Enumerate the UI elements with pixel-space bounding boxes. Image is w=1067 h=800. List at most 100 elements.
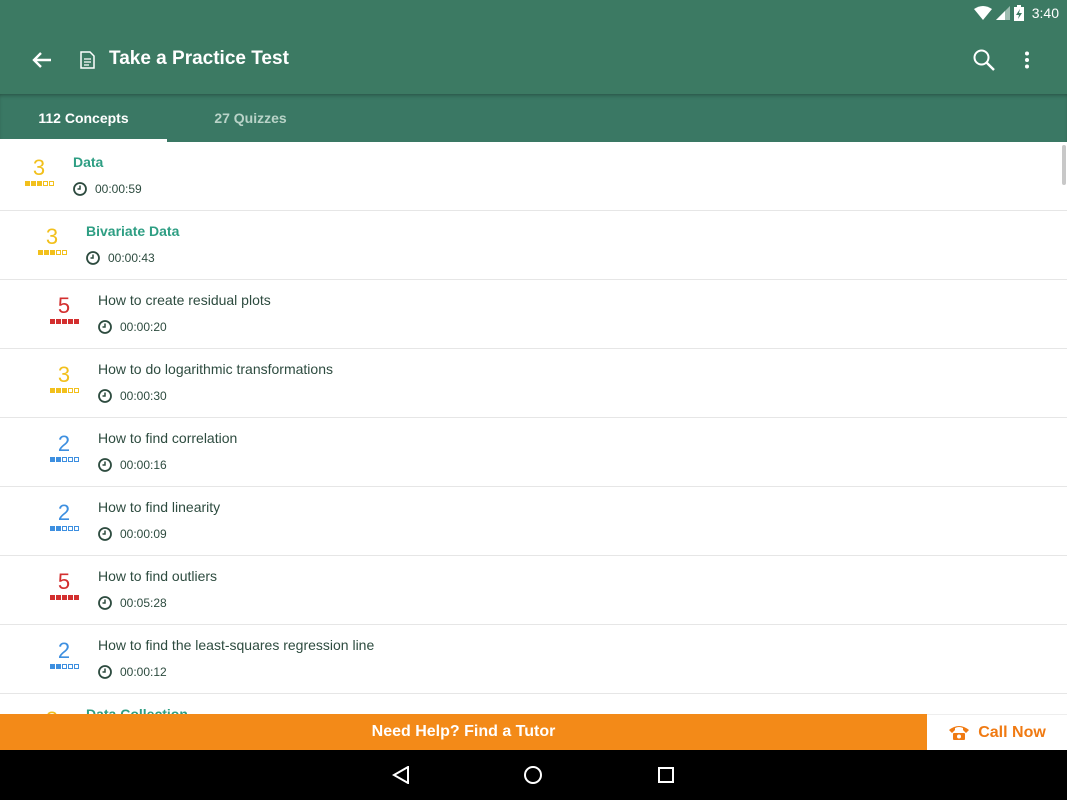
difficulty-badge: 5 [47, 295, 81, 331]
difficulty-meter [22, 181, 56, 186]
difficulty-square [24, 181, 30, 186]
nav-home-button[interactable] [517, 759, 549, 791]
status-icons: 3:40 [973, 4, 1059, 22]
concept-title: How to find linearity [98, 499, 221, 515]
difficulty-square [61, 664, 67, 669]
difficulty-square [61, 526, 67, 531]
concept-title: How to find outliers [98, 568, 218, 584]
tab-quizzes[interactable]: 27 Quizzes [167, 94, 334, 142]
difficulty-level: 2 [57, 431, 71, 456]
duration: 00:00:16 [98, 458, 167, 472]
duration: 00:00:20 [98, 320, 167, 334]
cell-signal-icon [995, 6, 1010, 20]
difficulty-square [55, 457, 61, 462]
nav-recents-button[interactable] [650, 759, 682, 791]
scrollbar[interactable] [1062, 145, 1066, 185]
difficulty-meter [47, 319, 81, 324]
search-button[interactable] [968, 44, 1000, 76]
difficulty-square [55, 250, 61, 255]
difficulty-level: 2 [57, 500, 71, 525]
difficulty-square [61, 595, 67, 600]
nav-back-button[interactable] [385, 759, 417, 791]
difficulty-badge: 2 [47, 640, 81, 676]
duration-value: 00:00:59 [95, 182, 142, 196]
clock-icon [73, 182, 87, 196]
difficulty-badge: 2 [47, 433, 81, 469]
wifi-icon [973, 6, 992, 20]
difficulty-square [61, 457, 67, 462]
list-item[interactable]: 3 Data 00:00:59 [0, 142, 1067, 211]
concept-group-title: Data Collection [86, 706, 188, 714]
concept-group-title: Bivariate Data [86, 223, 180, 239]
call-now-button[interactable]: Call Now [927, 714, 1067, 750]
difficulty-square [49, 250, 55, 255]
difficulty-square [73, 595, 79, 600]
overflow-menu-button[interactable] [1014, 44, 1040, 76]
difficulty-level: 5 [57, 569, 71, 594]
duration: 00:00:30 [98, 389, 167, 403]
tab-bar: 112 Concepts 27 Quizzes [0, 94, 1067, 142]
battery-charging-icon [1013, 5, 1024, 21]
system-nav-bar [0, 750, 1067, 800]
difficulty-square [49, 319, 55, 324]
difficulty-square [42, 181, 48, 186]
duration-value: 00:00:20 [120, 320, 167, 334]
difficulty-square [55, 595, 61, 600]
difficulty-badge: 2 [47, 502, 81, 538]
difficulty-square [49, 526, 55, 531]
difficulty-square [67, 595, 73, 600]
list-item[interactable]: 2 How to find the least-squares regressio… [0, 625, 1067, 694]
concept-title: How to find correlation [98, 430, 238, 446]
duration: 00:00:12 [98, 665, 167, 679]
difficulty-level: 2 [57, 638, 71, 663]
duration: 00:00:43 [86, 251, 155, 265]
difficulty-square [55, 526, 61, 531]
list-item[interactable]: 5 How to find outliers 00:05:28 [0, 556, 1067, 625]
difficulty-square [30, 181, 36, 186]
concept-list[interactable]: 3 Data 00:00:59 3 Bivariate Data 00:00:43 5 How… [0, 142, 1067, 714]
tab-concepts[interactable]: 112 Concepts [0, 94, 167, 142]
duration: 00:00:59 [73, 182, 142, 196]
difficulty-square [55, 388, 61, 393]
difficulty-square [49, 388, 55, 393]
difficulty-meter [35, 250, 69, 255]
difficulty-meter [47, 664, 81, 669]
difficulty-meter [47, 526, 81, 531]
difficulty-square [55, 664, 61, 669]
list-item[interactable]: 3 How to do logarithmic transformations 00… [0, 349, 1067, 418]
arrow-back-icon [32, 52, 51, 68]
concept-group-title: Data [73, 154, 104, 170]
clock-icon [98, 320, 112, 334]
difficulty-square [55, 319, 61, 324]
clock-icon [98, 665, 112, 679]
list-item[interactable]: 5 How to create residual plots 00:00:20 [0, 280, 1067, 349]
list-item[interactable]: 3 Bivariate Data 00:00:43 [0, 211, 1067, 280]
concept-title: How to create residual plots [98, 292, 271, 308]
duration-value: 00:00:09 [120, 527, 167, 541]
more-vert-icon [1025, 51, 1029, 69]
clock-icon [98, 596, 112, 610]
list-item[interactable]: 2 How to find linearity 00:00:09 [0, 487, 1067, 556]
list-item[interactable]: 2 How to find correlation 00:00:16 [0, 418, 1067, 487]
difficulty-meter [47, 595, 81, 600]
difficulty-square [49, 457, 55, 462]
back-button[interactable] [26, 44, 58, 76]
difficulty-square [48, 181, 54, 186]
status-time: 3:40 [1031, 5, 1059, 21]
difficulty-square [73, 664, 79, 669]
duration: 00:00:09 [98, 527, 167, 541]
search-icon [973, 49, 995, 71]
difficulty-level: 3 [32, 155, 46, 180]
list-item[interactable]: 3Data Collection [0, 694, 1067, 714]
duration-value: 00:00:30 [120, 389, 167, 403]
concept-title: How to find the least-squares regression… [98, 637, 375, 653]
clock-icon [86, 251, 100, 265]
find-tutor-button[interactable]: Need Help? Find a Tutor [0, 714, 927, 750]
circle-home-icon [524, 766, 542, 784]
difficulty-square [73, 388, 79, 393]
difficulty-level: 3 [57, 362, 71, 387]
difficulty-square [67, 526, 73, 531]
difficulty-square [61, 319, 67, 324]
duration-value: 00:05:28 [120, 596, 167, 610]
difficulty-badge: 3 [22, 157, 56, 193]
